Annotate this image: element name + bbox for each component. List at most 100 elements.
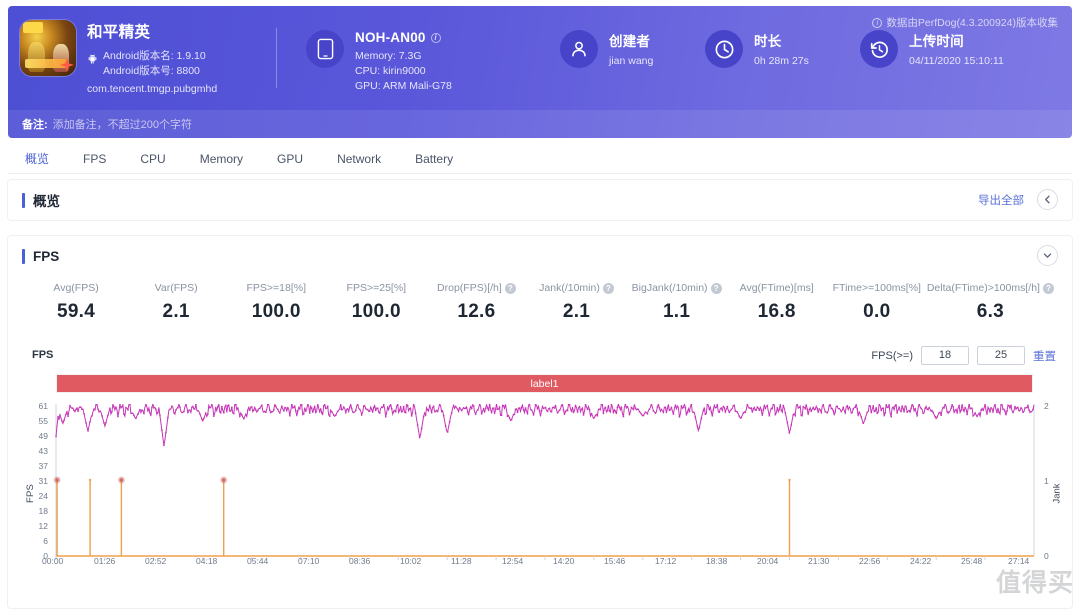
main-tabs: 概览 FPS CPU Memory GPU Network Battery — [8, 144, 1072, 174]
chevron-down-glyph — [1043, 253, 1052, 258]
android-icon — [88, 54, 97, 64]
device-info-icon[interactable]: i — [430, 32, 441, 43]
clock-icon-glyph — [715, 40, 733, 58]
xtick: 11:28 — [451, 556, 472, 566]
xtick: 04:18 — [196, 556, 218, 566]
app-package-name: com.tencent.tmgp.pubgmhd — [87, 83, 218, 95]
fps-threshold-controls: FPS(>=) 18 25 重置 — [871, 346, 1056, 365]
phone-icon — [306, 30, 344, 68]
tab-overview[interactable]: 概览 — [8, 144, 66, 174]
metric-avg-fps: Avg(FPS) 59.4 — [26, 282, 126, 323]
report-header: i 数据由PerfDog(4.3.200924)版本收集 和平精英 Androi… — [8, 6, 1072, 138]
tab-gpu[interactable]: GPU — [260, 144, 320, 174]
chevron-down-icon[interactable] — [1037, 245, 1058, 266]
export-all-link[interactable]: 导出全部 — [978, 192, 1024, 208]
device-model: NOH-AN00 — [355, 30, 426, 45]
chevron-left-glyph — [1045, 195, 1050, 204]
overview-title: 概览 — [33, 194, 60, 209]
chevron-left-icon[interactable] — [1037, 189, 1058, 210]
perfdog-version-note: i 数据由PerfDog(4.3.200924)版本收集 — [872, 15, 1058, 30]
fps-card: FPS Avg(FPS) 59.4 Var(FPS) 2.1 FPS>=18[%… — [8, 236, 1072, 608]
metric-label: Avg(FPS) — [53, 282, 99, 294]
xtick: 18:38 — [706, 556, 728, 566]
device-cpu: CPU: kirin9000 — [355, 65, 426, 77]
metric-fps-ge-18: FPS>=18[%] 100.0 — [226, 282, 326, 323]
xtick: 05:44 — [247, 556, 269, 566]
device-memory: Memory: 7.3G — [355, 50, 422, 62]
user-icon-glyph — [572, 41, 586, 57]
tab-network[interactable]: Network — [320, 144, 398, 174]
clock-icon — [705, 30, 743, 68]
app-version-code: Android版本号: 8800 — [103, 65, 200, 77]
xtick: 12:54 — [502, 556, 524, 566]
metric-avg-ftime: Avg(FTime)[ms] 16.8 — [727, 282, 827, 323]
app-version-name: Android版本名: 1.9.10 — [103, 50, 206, 62]
device-info-block: NOH-AN00 i Memory: 7.3G CPU: kirin9000 G… — [306, 30, 452, 94]
remark-bar[interactable]: 备注: 添加备注，不超过200个字符 — [8, 110, 1072, 138]
xtick: 14:20 — [553, 556, 575, 566]
info-icon: i — [872, 17, 883, 28]
metric-label: Var(FPS) — [154, 282, 198, 294]
xtick: 21:30 — [808, 556, 830, 566]
tab-battery[interactable]: Battery — [398, 144, 470, 174]
overview-header: 概览 导出全部 — [8, 180, 1072, 220]
xtick: 00:00 — [42, 556, 64, 566]
upload-title: 上传时间 — [909, 34, 964, 49]
metric-label: Avg(FTime)[ms] — [739, 282, 814, 294]
help-icon[interactable]: ? — [1042, 282, 1054, 294]
tab-cpu[interactable]: CPU — [123, 144, 182, 174]
tab-fps[interactable]: FPS — [66, 144, 123, 174]
help-icon[interactable]: ? — [602, 282, 614, 294]
help-icon[interactable]: ? — [504, 282, 516, 294]
threshold-low-input[interactable]: 18 — [921, 346, 969, 365]
remark-label: 备注: — [22, 119, 48, 131]
metric-value: 1.1 — [662, 301, 691, 322]
duration-block: 时长 0h 28m 27s — [705, 30, 809, 69]
threshold-high-input[interactable]: 25 — [977, 346, 1025, 365]
reset-link[interactable]: 重置 — [1033, 348, 1056, 364]
history-icon — [860, 30, 898, 68]
perfdog-note-text: 数据由PerfDog(4.3.200924)版本收集 — [886, 17, 1058, 29]
upload-time-block: 上传时间 04/11/2020 15:10:11 — [860, 30, 1004, 69]
metric-bigjank: BigJank(/10min)? 1.1 — [627, 282, 727, 323]
jank-series — [53, 476, 1034, 560]
fps-series — [55, 404, 1035, 447]
metric-label: FPS>=18[%] — [246, 282, 306, 294]
remark-input-placeholder[interactable]: 添加备注，不超过200个字符 — [53, 116, 192, 132]
xtick: 27:14 — [1008, 556, 1030, 566]
xtick: 17:12 — [655, 556, 677, 566]
header-main: i 数据由PerfDog(4.3.200924)版本收集 和平精英 Androi… — [8, 6, 1072, 110]
xtick: 20:04 — [757, 556, 779, 566]
xtick: 15:46 — [604, 556, 626, 566]
creator-name: jian wang — [609, 55, 654, 67]
fps-chart-plot: FPS Jank 61 55 49 43 37 31 24 18 12 6 0 … — [8, 401, 1072, 582]
app-name: 和平精英 — [87, 24, 151, 41]
fps-title: FPS — [33, 248, 60, 264]
threshold-label: FPS(>=) — [871, 349, 913, 362]
label-bar[interactable]: label1 — [56, 374, 1033, 393]
xtick: 07:10 — [298, 556, 320, 566]
metric-value: 59.4 — [56, 301, 96, 322]
metric-ftime-ge-100ms: FTime>=100ms[%] 0.0 — [827, 282, 927, 323]
upload-value: 04/11/2020 15:10:11 — [909, 55, 1004, 67]
metric-fps-ge-25: FPS>=25[%] 100.0 — [326, 282, 426, 323]
metric-value: 2.1 — [162, 301, 190, 322]
creator-block: 创建者 jian wang — [560, 30, 653, 69]
help-icon[interactable]: ? — [710, 282, 722, 294]
duration-value: 0h 28m 27s — [754, 55, 809, 67]
section-accent-bar — [22, 192, 25, 208]
metric-value: 6.3 — [976, 301, 1005, 322]
device-gpu: GPU: ARM Mali-G78 — [355, 80, 452, 92]
xtick: 01:26 — [94, 556, 116, 566]
metric-jank: Jank(/10min)? 2.1 — [526, 282, 626, 323]
xtick: 08:36 — [349, 556, 371, 566]
metric-label: BigJank(/10min) — [631, 282, 708, 294]
chart-axis-title: FPS — [32, 349, 54, 361]
perfdog-report-page: i 数据由PerfDog(4.3.200924)版本收集 和平精英 Androi… — [0, 0, 1080, 615]
metric-delta-ftime: Delta(FTime)>100ms[/h]? 6.3 — [927, 282, 1054, 323]
metric-label: Jank(/10min) — [539, 282, 600, 294]
metric-value: 0.0 — [863, 301, 891, 322]
metric-var-fps: Var(FPS) 2.1 — [126, 282, 226, 323]
tab-memory[interactable]: Memory — [183, 144, 260, 174]
overview-card: 概览 导出全部 — [8, 180, 1072, 220]
